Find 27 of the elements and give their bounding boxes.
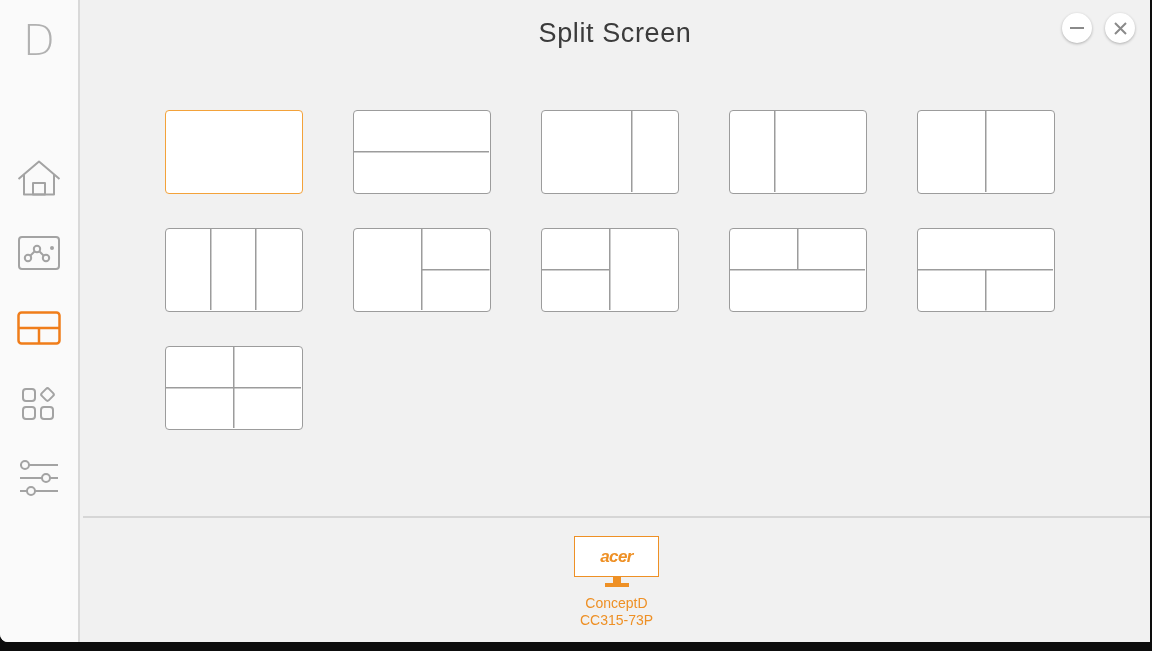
layout-option[interactable]: [917, 228, 1055, 312]
layout-option[interactable]: [541, 110, 679, 194]
layout-option[interactable]: [541, 228, 679, 312]
brand-logo: acer: [600, 546, 633, 567]
layout-option[interactable]: [729, 228, 867, 312]
monitor-screen[interactable]: acer: [574, 536, 659, 577]
close-button[interactable]: [1105, 13, 1135, 43]
monitor-model: CC315-73P: [579, 612, 654, 629]
layout-option[interactable]: [165, 110, 303, 194]
layout-option[interactable]: [165, 346, 303, 430]
layout-option[interactable]: [353, 110, 491, 194]
graph-icon[interactable]: [18, 235, 60, 270]
layout-option[interactable]: [729, 110, 867, 194]
minimize-icon: [1070, 27, 1084, 29]
window-title: Split Screen: [538, 17, 692, 49]
monitor-name: ConceptD: [585, 595, 648, 612]
sliders-icon[interactable]: [19, 459, 59, 496]
layout-option[interactable]: [165, 228, 303, 312]
apps-icon[interactable]: [22, 385, 56, 420]
monitor-stand-icon: [604, 577, 629, 587]
split-screen-icon[interactable]: [17, 310, 61, 345]
minimize-button[interactable]: [1062, 13, 1092, 43]
home-icon[interactable]: [17, 159, 61, 196]
layout-option[interactable]: [917, 110, 1055, 194]
logo: D: [22, 18, 56, 64]
close-icon: [1113, 21, 1127, 35]
layout-option[interactable]: [353, 228, 491, 312]
